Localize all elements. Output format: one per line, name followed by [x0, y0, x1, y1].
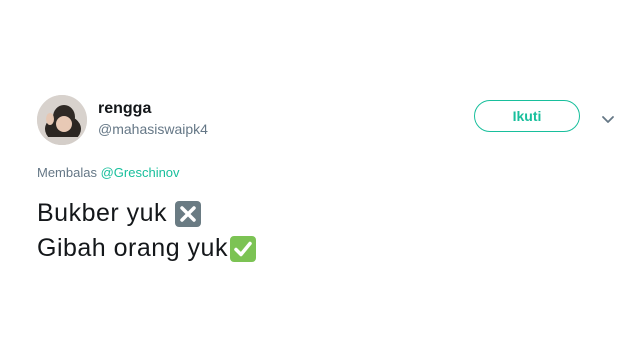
cross-mark-icon — [175, 200, 202, 227]
reply-context: Membalas @Greschinov — [37, 165, 180, 180]
tweet-line-text: Bukber yuk — [37, 199, 168, 227]
tweet-card: rengga @mahasiswaipk4 Ikuti Membalas @Gr… — [0, 0, 640, 360]
user-handle[interactable]: @mahasiswaipk4 — [98, 121, 208, 137]
follow-button[interactable]: Ikuti — [474, 100, 580, 132]
check-mark-icon — [229, 235, 256, 262]
tweet-line-1: Bukber yuk — [37, 196, 256, 231]
chevron-down-icon[interactable] — [601, 112, 615, 123]
tweet-line-2: Gibah orang yuk — [37, 231, 256, 266]
tweet-line-text: Gibah orang yuk — [37, 234, 228, 262]
reply-mention-link[interactable]: @Greschinov — [101, 165, 180, 180]
display-name[interactable]: rengga — [98, 100, 151, 118]
tweet-text: Bukber yuk Gibah orang yuk — [37, 196, 256, 266]
reply-prefix: Membalas — [37, 165, 97, 180]
avatar[interactable] — [37, 95, 87, 145]
